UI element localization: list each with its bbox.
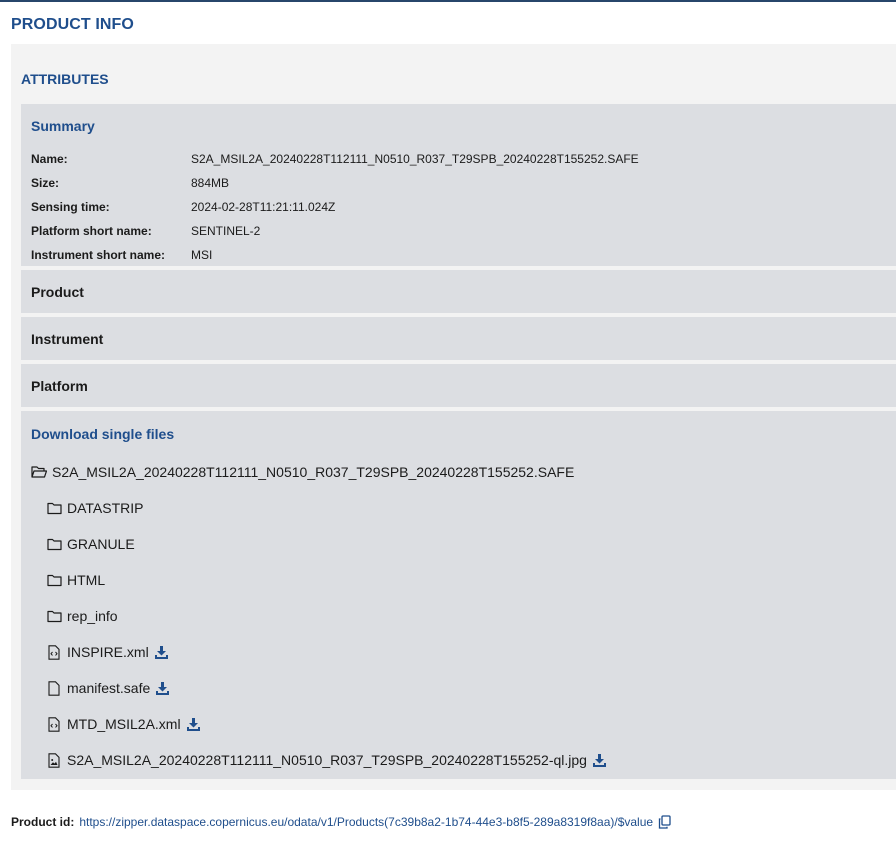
folder-open-icon (31, 464, 47, 480)
summary-key-sensing-time: Sensing time: (31, 200, 110, 214)
summary-value-instrument: MSI (191, 248, 213, 262)
platform-section[interactable]: Platform (21, 364, 896, 407)
product-info-container: ATTRIBUTES Summary Name: S2A_MSIL2A_2024… (11, 44, 896, 790)
tree-item-html[interactable]: HTML (46, 570, 105, 590)
tree-item-quicklook-jpg[interactable]: S2A_MSIL2A_20240228T112111_N0510_R037_T2… (46, 750, 607, 770)
download-icon[interactable] (186, 717, 201, 732)
product-section-title: Product (31, 284, 84, 300)
summary-title[interactable]: Summary (31, 118, 95, 134)
tree-item-label: S2A_MSIL2A_20240228T112111_N0510_R037_T2… (67, 752, 587, 768)
folder-icon (46, 536, 62, 552)
summary-value-size: 884MB (191, 176, 230, 190)
instrument-section-title: Instrument (31, 331, 104, 347)
tree-root-label: S2A_MSIL2A_20240228T112111_N0510_R037_T2… (52, 464, 575, 480)
download-panel: Download single files S2A_MSIL2A_2024022… (21, 411, 896, 779)
tree-item-label: HTML (67, 572, 106, 588)
file-code-icon (46, 644, 62, 660)
tree-item-label: MTD_MSIL2A.xml (67, 716, 181, 732)
download-icon[interactable] (155, 681, 170, 696)
file-code-icon (46, 716, 62, 732)
summary-key-instrument: Instrument short name: (31, 248, 166, 262)
product-id-row: Product id: https://zipper.dataspace.cop… (11, 815, 672, 829)
page-title: PRODUCT INFO (11, 16, 134, 33)
tree-item-label: manifest.safe (67, 680, 151, 696)
folder-icon (46, 572, 62, 588)
download-icon[interactable] (154, 645, 169, 660)
tree-item-label: rep_info (67, 608, 118, 624)
summary-value-sensing-time: 2024-02-28T11:21:11.024Z (191, 200, 336, 214)
summary-key-platform: Platform short name: (31, 224, 152, 238)
tree-item-label: DATASTRIP (67, 500, 144, 516)
tree-item-label: GRANULE (67, 536, 135, 552)
file-image-icon (46, 752, 62, 768)
tree-item-inspire-xml[interactable]: INSPIRE.xml (46, 642, 169, 662)
summary-key-size: Size: (31, 176, 60, 190)
product-id-link[interactable]: https://zipper.dataspace.copernicus.eu/o… (79, 815, 653, 829)
top-border (0, 0, 896, 2)
product-section[interactable]: Product (21, 270, 896, 313)
download-title[interactable]: Download single files (31, 426, 174, 442)
tree-item-granule[interactable]: GRANULE (46, 534, 135, 554)
summary-panel: Summary Name: S2A_MSIL2A_20240228T112111… (21, 104, 896, 266)
product-id-label: Product id: (11, 815, 75, 829)
summary-key-name: Name: (31, 152, 68, 166)
summary-value-name: S2A_MSIL2A_20240228T112111_N0510_R037_T2… (191, 152, 639, 166)
tree-item-mtd-xml[interactable]: MTD_MSIL2A.xml (46, 714, 201, 734)
download-icon[interactable] (592, 753, 607, 768)
copy-icon[interactable] (658, 815, 672, 829)
tree-item-manifest-safe[interactable]: manifest.safe (46, 678, 170, 698)
folder-icon (46, 500, 62, 516)
summary-value-platform: SENTINEL-2 (191, 224, 261, 238)
platform-section-title: Platform (31, 378, 88, 394)
attributes-title: ATTRIBUTES (21, 71, 109, 87)
tree-item-datastrip[interactable]: DATASTRIP (46, 498, 144, 518)
tree-item-rep-info[interactable]: rep_info (46, 606, 118, 626)
tree-root-folder[interactable]: S2A_MSIL2A_20240228T112111_N0510_R037_T2… (31, 462, 574, 482)
tree-item-label: INSPIRE.xml (67, 644, 149, 660)
file-icon (46, 680, 62, 696)
folder-icon (46, 608, 62, 624)
instrument-section[interactable]: Instrument (21, 317, 896, 360)
